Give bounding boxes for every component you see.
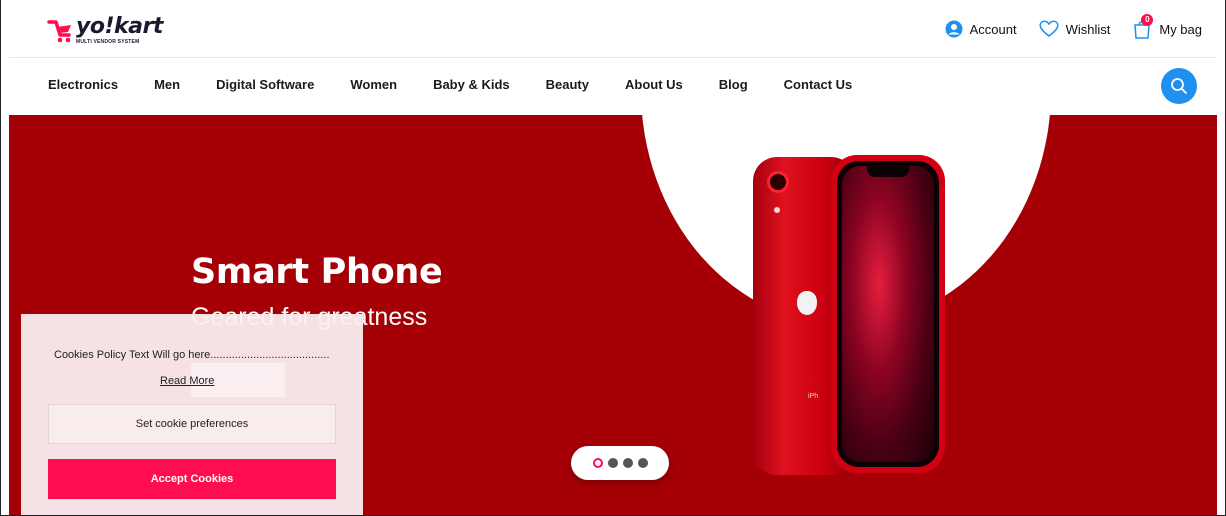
camera-lens	[767, 171, 789, 193]
bag-label: My bag	[1159, 21, 1202, 37]
wishlist-label: Wishlist	[1065, 21, 1111, 37]
cookie-consent-panel: Cookies Policy Text Will go here........…	[21, 314, 363, 515]
slider-dots	[571, 446, 669, 480]
search-icon	[1171, 78, 1187, 94]
heart-icon	[1039, 20, 1059, 37]
account-link[interactable]: Account	[945, 20, 1017, 38]
nav-item-women[interactable]: Women	[350, 77, 397, 92]
slider-dot-1[interactable]	[592, 458, 603, 468]
camera-flash	[774, 207, 780, 213]
read-more-link[interactable]: Read More	[160, 375, 214, 387]
search-button[interactable]	[1161, 68, 1197, 104]
phone-front-image	[831, 155, 945, 473]
phone-engraving: iPh	[808, 393, 819, 400]
slider-dot-2[interactable]	[607, 458, 618, 468]
bag-link[interactable]: 0 My bag	[1132, 14, 1202, 40]
nav-item-men[interactable]: Men	[154, 77, 180, 92]
nav-item-digital-software[interactable]: Digital Software	[216, 77, 314, 92]
nav-item-blog[interactable]: Blog	[719, 77, 748, 92]
brand-tagline: MULTI VENDOR SYSTEM	[76, 39, 140, 45]
wishlist-link[interactable]: Wishlist	[1039, 20, 1111, 38]
cart-logo-icon	[47, 20, 71, 43]
nav-menu: Electronics Men Digital Software Women B…	[48, 77, 888, 92]
slider-dot-4[interactable]	[637, 458, 648, 468]
nav-item-electronics[interactable]: Electronics	[48, 77, 118, 92]
nav-item-beauty[interactable]: Beauty	[546, 77, 589, 92]
nav-item-baby-kids[interactable]: Baby & Kids	[433, 77, 510, 92]
cookie-preferences-button[interactable]: Set cookie preferences	[48, 404, 336, 444]
apple-logo-icon	[797, 291, 817, 315]
phone-screen	[837, 161, 939, 467]
logo[interactable]: yo!kart MULTI VENDOR SYSTEM	[47, 16, 163, 46]
phone-wallpaper	[842, 166, 934, 462]
cookie-policy-text: Cookies Policy Text Will go here........…	[54, 349, 330, 361]
account-label: Account	[969, 21, 1017, 37]
slider-dot-3[interactable]	[622, 458, 633, 468]
hero-title: Smart Phone	[191, 252, 443, 292]
brand-name: yo!kart	[76, 14, 163, 39]
accept-cookies-button[interactable]: Accept Cookies	[48, 459, 336, 499]
phone-notch	[867, 165, 909, 177]
nav-item-about-us[interactable]: About Us	[625, 77, 683, 92]
user-circle-icon	[945, 20, 963, 38]
top-header: yo!kart MULTI VENDOR SYSTEM Account Wish…	[9, 0, 1217, 58]
nav-item-contact-us[interactable]: Contact Us	[784, 77, 853, 92]
page-frame: yo!kart MULTI VENDOR SYSTEM Account Wish…	[0, 0, 1226, 516]
header-actions: Account Wishlist 0 My bag	[945, 14, 1202, 40]
main-nav: Electronics Men Digital Software Women B…	[9, 58, 1217, 115]
